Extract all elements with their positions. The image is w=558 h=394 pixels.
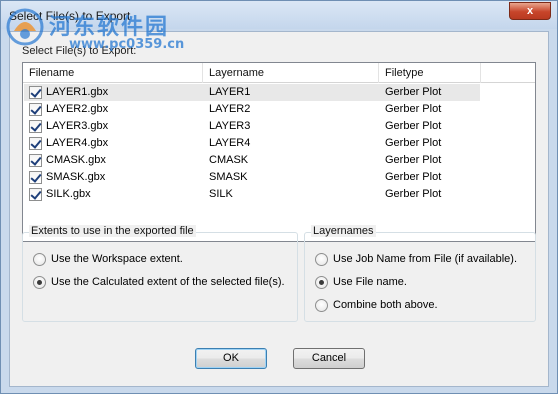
file-row[interactable]: SMASK.gbx SMASK Gerber Plot [24, 169, 480, 186]
row-checkbox[interactable] [29, 86, 42, 99]
row-checkbox[interactable] [29, 188, 42, 201]
row-filetype: Gerber Plot [385, 120, 442, 132]
radio-button[interactable] [315, 299, 328, 312]
row-filename: LAYER3.gbx [46, 120, 109, 132]
radio-label: Combine both above. [333, 299, 438, 311]
row-checkbox[interactable] [29, 171, 42, 184]
row-layername: LAYER1 [209, 86, 251, 98]
row-filetype: Gerber Plot [385, 188, 442, 200]
row-layername: SILK [209, 188, 233, 200]
column-header-filetype[interactable]: Filetype [379, 63, 481, 83]
file-row[interactable]: CMASK.gbx CMASK Gerber Plot [24, 152, 480, 169]
row-checkbox[interactable] [29, 137, 42, 150]
row-filename: CMASK.gbx [46, 154, 106, 166]
row-filetype: Gerber Plot [385, 171, 442, 183]
radio-label: Use the Workspace extent. [51, 253, 183, 265]
column-header-layername[interactable]: Layername [203, 63, 379, 83]
row-filename: LAYER2.gbx [46, 103, 109, 115]
export-dialog-window: Select File(s) to Export x Select File(s… [0, 0, 558, 394]
layernames-group-title: Layernames [311, 225, 376, 237]
close-icon: x [526, 5, 534, 17]
row-layername: CMASK [209, 154, 249, 166]
file-list[interactable]: Filename Layername Filetype LAYER1.gbx L… [22, 62, 536, 242]
radio-label: Use the Calculated extent of the selecte… [51, 276, 285, 288]
file-row[interactable]: LAYER2.gbx LAYER2 Gerber Plot [24, 101, 480, 118]
radio-button[interactable] [315, 253, 328, 266]
row-layername: SMASK [209, 171, 248, 183]
row-filename: SILK.gbx [46, 188, 91, 200]
row-filename: LAYER1.gbx [46, 86, 109, 98]
window-title: Select File(s) to Export [9, 9, 131, 23]
row-filetype: Gerber Plot [385, 86, 442, 98]
title-bar[interactable]: Select File(s) to Export x [1, 1, 557, 29]
row-layername: LAYER2 [209, 103, 251, 115]
row-filetype: Gerber Plot [385, 103, 442, 115]
file-list-label: Select File(s) to Export: [22, 45, 137, 57]
row-checkbox[interactable] [29, 120, 42, 133]
radio-button[interactable] [33, 253, 46, 266]
layernames-groupbox: Layernames Use Job Name from File (if av… [304, 225, 536, 322]
row-layername: LAYER4 [209, 137, 251, 149]
file-list-header: Filename Layername Filetype [23, 63, 535, 83]
row-checkbox[interactable] [29, 154, 42, 167]
row-layername: LAYER3 [209, 120, 251, 132]
row-filetype: Gerber Plot [385, 137, 442, 149]
file-row[interactable]: SILK.gbx SILK Gerber Plot [24, 186, 480, 203]
cancel-button[interactable]: Cancel [293, 348, 365, 369]
row-checkbox[interactable] [29, 103, 42, 116]
extents-group-title: Extents to use in the exported file [29, 225, 196, 237]
row-filename: SMASK.gbx [46, 171, 106, 183]
radio-label: Use Job Name from File (if available). [333, 253, 518, 265]
radio-button[interactable] [315, 276, 328, 289]
radio-label: Use File name. [333, 276, 407, 288]
row-filetype: Gerber Plot [385, 154, 442, 166]
file-row[interactable]: LAYER1.gbx LAYER1 Gerber Plot [24, 84, 480, 101]
extents-groupbox: Extents to use in the exported file Use … [22, 225, 298, 322]
close-button[interactable]: x [509, 2, 551, 20]
column-header-filename[interactable]: Filename [23, 63, 203, 83]
file-row[interactable]: LAYER4.gbx LAYER4 Gerber Plot [24, 135, 480, 152]
file-row[interactable]: LAYER3.gbx LAYER3 Gerber Plot [24, 118, 480, 135]
dialog-client-area: Select File(s) to Export: Filename Layer… [9, 31, 549, 387]
ok-button[interactable]: OK [195, 348, 267, 369]
row-filename: LAYER4.gbx [46, 137, 109, 149]
radio-button[interactable] [33, 276, 46, 289]
